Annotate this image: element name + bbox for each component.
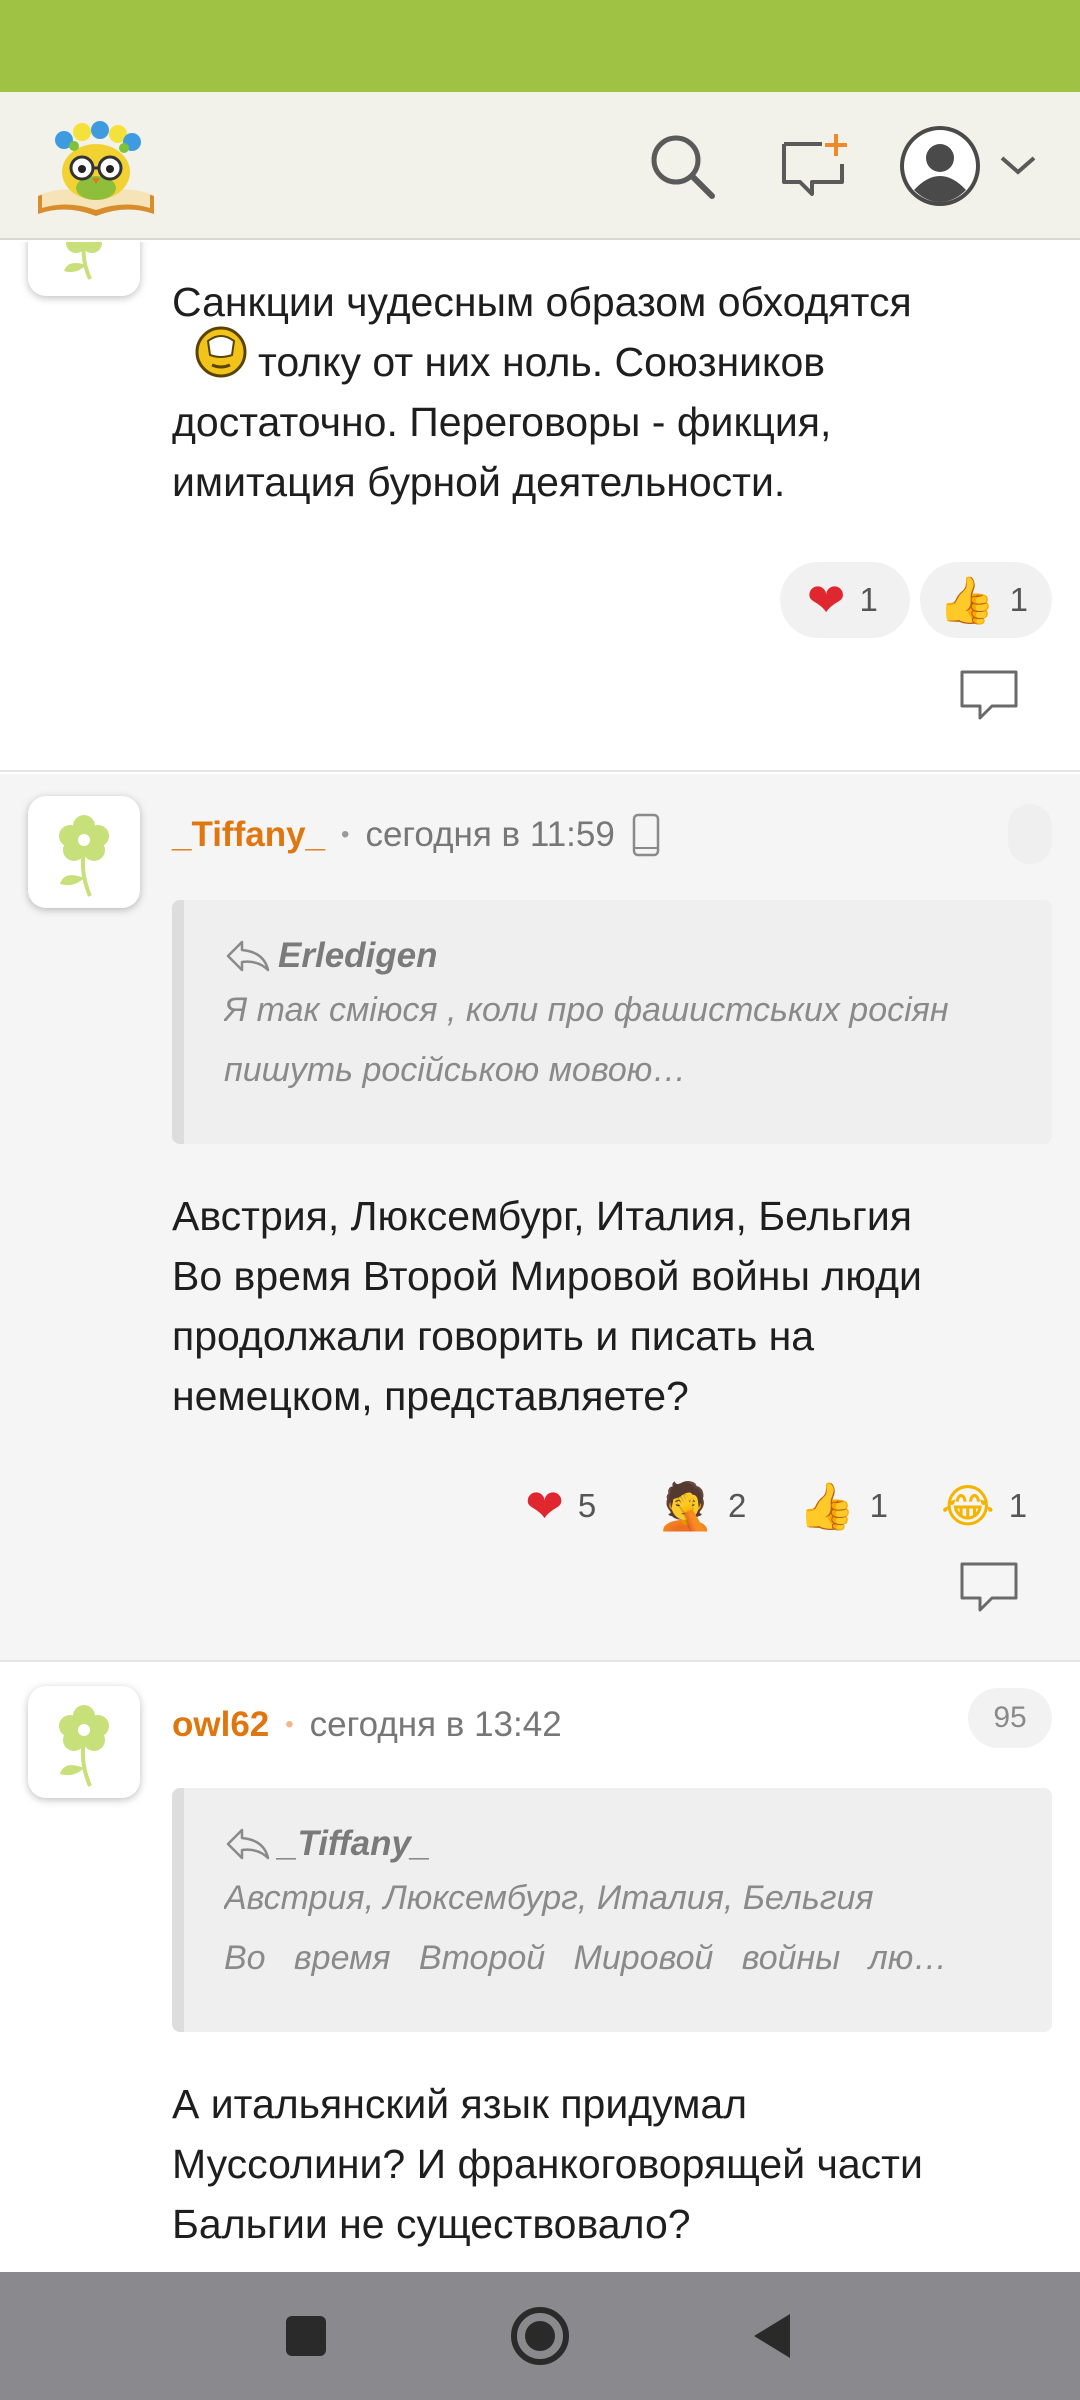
comment-item: owl62 • сегодня в 13:42 95 _Tiffany_ Авс… (0, 1664, 1080, 2272)
reaction-facepalm[interactable]: 🤦 2 (639, 1468, 771, 1544)
comment-item: _Tiffany_ • сегодня в 11:59 Erledigen Я … (0, 774, 1080, 1662)
commenter-avatar[interactable] (28, 242, 140, 296)
comment-text: Австрия, Люксембург, Италия, Бельгия Во … (172, 1193, 922, 1419)
home-icon (511, 2307, 569, 2365)
status-bar (0, 0, 1080, 92)
back-button[interactable] (736, 2300, 808, 2372)
clover-flower-icon (64, 242, 102, 280)
comment-time: сегодня в 11:59 (365, 815, 615, 854)
comment-counter (1008, 804, 1052, 864)
reactions-bar: ❤ 5 🤦 2 👍 1 😂 1 (499, 1468, 1052, 1544)
facepalm-smiley-icon (194, 325, 248, 379)
comment-counter: 95 (968, 1688, 1052, 1748)
clover-flower-icon (59, 815, 109, 897)
quote-block[interactable]: Erledigen Я так сміюся , коли про фашист… (172, 900, 1052, 1144)
reaction-tears-of-joy[interactable]: 😂 1 (922, 1468, 1052, 1544)
reactions-bar: ❤ 1 👍 1 (780, 562, 1052, 638)
comment-text: А итальянский язык придумал Муссолини? И… (172, 2081, 923, 2247)
tears-of-joy-icon: 😂 (940, 1479, 995, 1533)
clover-flower-icon (59, 1705, 109, 1787)
reaction-count: 5 (577, 1487, 597, 1524)
comment-text: Санкции чудесным образом обходятся толку… (172, 279, 912, 505)
commenter-avatar[interactable] (28, 796, 140, 908)
facepalm-icon: 🤦 (656, 1479, 714, 1533)
site-logo[interactable] (34, 110, 158, 222)
reaction-heart[interactable]: ❤ 5 (499, 1468, 629, 1544)
comment-meta: _Tiffany_ • сегодня в 11:59 (172, 810, 661, 860)
chevron-down-icon (1000, 156, 1036, 175)
comment-author[interactable]: _Tiffany_ (172, 815, 325, 855)
reply-button[interactable] (958, 668, 1020, 724)
thumbs-up-icon: 👍 (938, 573, 996, 627)
reply-button[interactable] (958, 1560, 1020, 1616)
profile-menu-button[interactable] (898, 118, 1048, 214)
quote-author: _Tiffany_ (224, 1824, 1012, 1864)
search-button[interactable] (642, 126, 722, 206)
reaction-count: 1 (1009, 581, 1028, 618)
separator-dot: • (285, 1711, 294, 1738)
new-message-icon (782, 134, 847, 196)
separator-dot: • (341, 821, 350, 848)
quote-text: Я так сміюся , коли про фашистських росі… (224, 991, 949, 1089)
thumbs-up-icon: 👍 (798, 1479, 856, 1533)
reply-bubble-icon (960, 670, 1018, 720)
comment-time: сегодня в 13:42 (309, 1705, 562, 1744)
reaction-count: 2 (728, 1487, 747, 1524)
reaction-heart[interactable]: ❤ 1 (780, 562, 911, 638)
quote-author: Erledigen (224, 936, 1012, 976)
system-navigation-bar (0, 2272, 1080, 2400)
user-avatar-icon (900, 126, 980, 206)
quote-block[interactable]: _Tiffany_ Австрия, Люксембург, Италия, Б… (172, 1788, 1052, 2032)
recent-apps-button[interactable] (270, 2300, 342, 2372)
reaction-thumbs-up[interactable]: 👍 1 (780, 1468, 912, 1544)
new-message-button[interactable] (774, 126, 854, 206)
reaction-thumbs-up[interactable]: 👍 1 (920, 562, 1052, 638)
home-button[interactable] (504, 2300, 576, 2372)
search-icon (651, 135, 715, 199)
heart-icon: ❤ (806, 573, 846, 627)
reaction-count: 1 (1008, 1487, 1028, 1524)
comment-meta: owl62 • сегодня в 13:42 (172, 1700, 562, 1750)
comments-feed[interactable]: Санкции чудесным образом обходятся толку… (0, 242, 1080, 2272)
app-header (0, 92, 1080, 240)
heart-icon: ❤ (525, 1479, 564, 1533)
reaction-count: 1 (859, 581, 878, 618)
back-icon (754, 2314, 790, 2358)
commenter-avatar[interactable] (28, 1686, 140, 1798)
comment-author[interactable]: owl62 (172, 1705, 269, 1745)
quote-text: Австрия, Люксембург, Италия, Бельгия Во … (224, 1879, 948, 1977)
recent-apps-icon (286, 2316, 326, 2356)
mobile-phone-icon (632, 813, 660, 857)
reply-arrow-icon (226, 940, 270, 972)
reply-bubble-icon (960, 1562, 1018, 1612)
comment-item: Санкции чудесным образом обходятся толку… (0, 242, 1080, 772)
reply-arrow-icon (226, 1828, 270, 1860)
reaction-count: 1 (869, 1487, 888, 1524)
